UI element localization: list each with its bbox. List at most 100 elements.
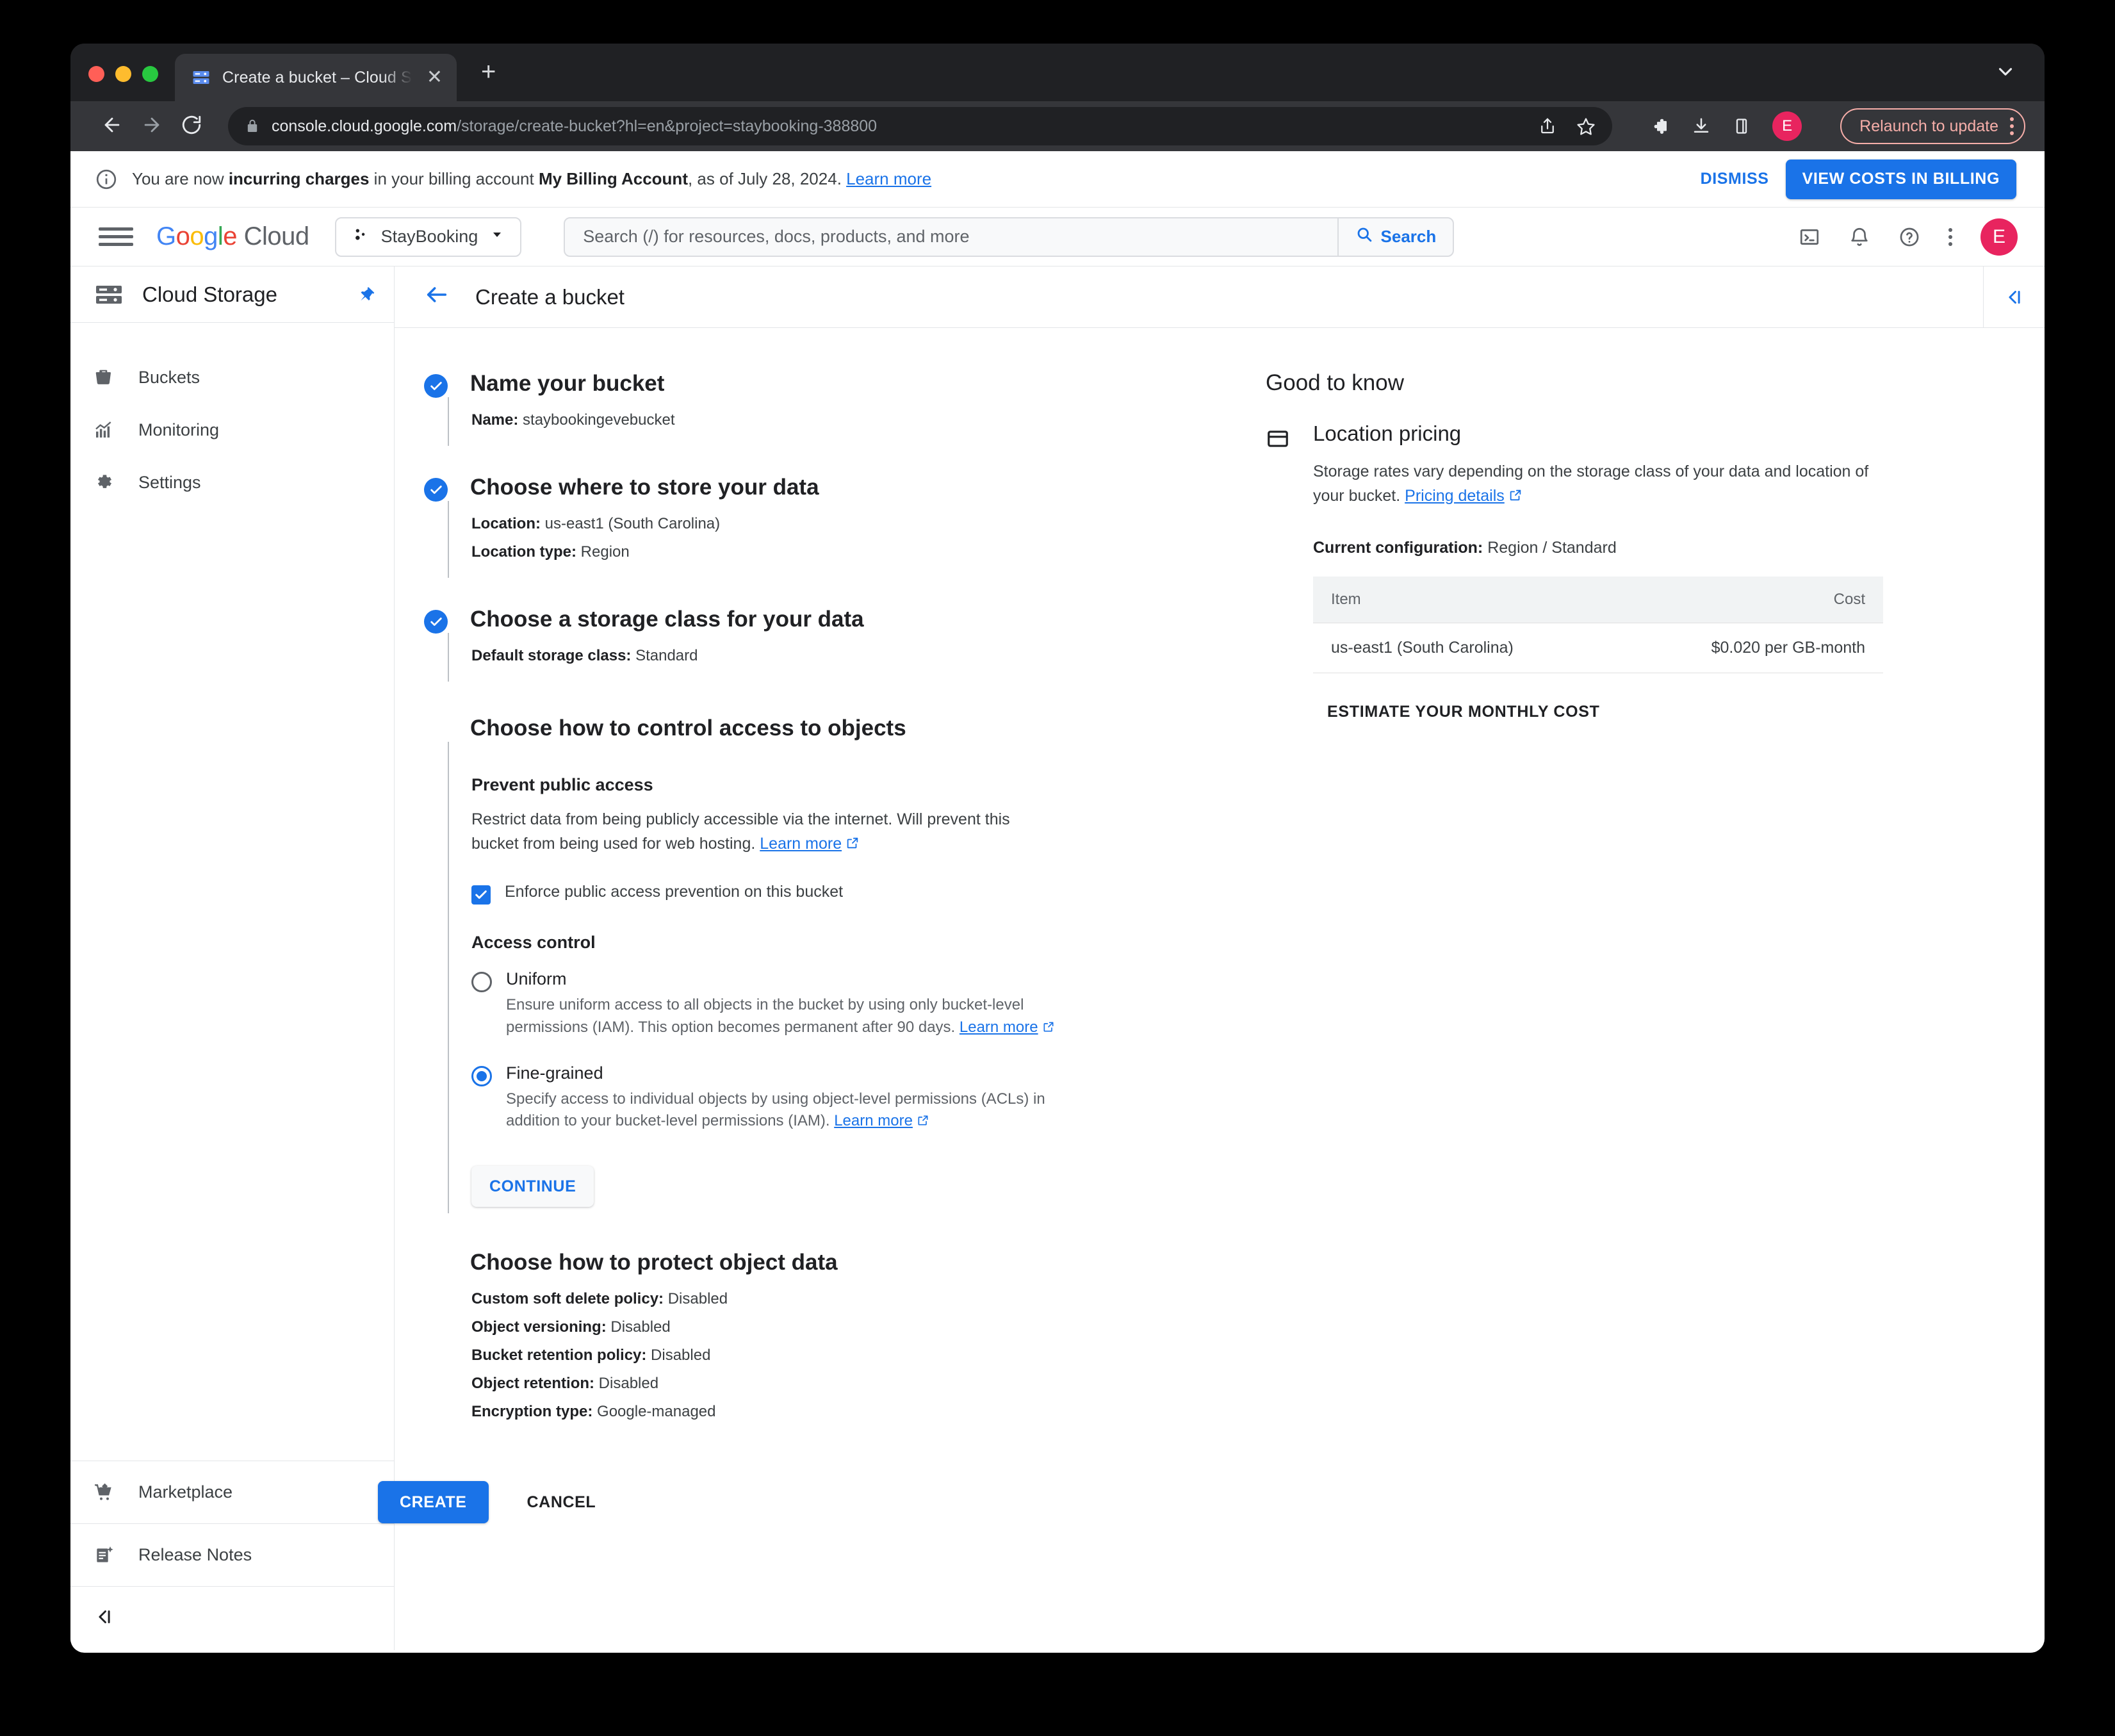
account-avatar[interactable]: E (1980, 218, 2018, 256)
billing-learn-more-link[interactable]: Learn more (846, 169, 931, 188)
release-notes-icon (94, 1545, 135, 1566)
search-button-label: Search (1381, 227, 1437, 247)
chevron-down-icon (489, 227, 505, 247)
relaunch-label: Relaunch to update (1859, 117, 1998, 136)
radio-option-uniform[interactable]: Uniform Ensure uniform access to all obj… (471, 969, 1182, 1040)
radio-description: Specify access to individual objects by … (506, 1088, 1082, 1134)
summary-row: Object versioning: Disabled (471, 1318, 1182, 1336)
create-button[interactable]: CREATE (378, 1481, 489, 1523)
sidebar-item-label: Marketplace (138, 1482, 233, 1502)
side-panel-icon[interactable] (1733, 117, 1751, 135)
step-status-complete-icon (424, 610, 448, 634)
chart-icon (94, 420, 135, 440)
gear-icon (94, 472, 135, 493)
cancel-button[interactable]: CANCEL (505, 1493, 618, 1512)
pricing-details-link[interactable]: Pricing details (1405, 487, 1505, 505)
prevent-learn-more-link[interactable]: Learn more (760, 835, 842, 853)
billing-banner-text: You are now incurring charges in your bi… (132, 169, 931, 189)
back-arrow-icon[interactable] (92, 114, 132, 139)
location-pricing-heading: Location pricing (1313, 422, 1993, 446)
step-status-complete-icon (424, 478, 448, 502)
step-title[interactable]: Choose how to protect object data (470, 1249, 1182, 1276)
share-icon[interactable] (1538, 117, 1557, 136)
bucket-icon (94, 367, 135, 388)
minimize-window-button[interactable] (115, 66, 131, 82)
step-status-active-icon (424, 719, 434, 730)
google-cloud-logo[interactable]: Google Cloud (156, 222, 309, 251)
reload-icon[interactable] (172, 114, 211, 139)
hamburger-menu-icon[interactable] (92, 227, 133, 246)
step-summary: Location: us-east1 (South Carolina) Loca… (448, 501, 1182, 578)
sidebar-item-release-notes[interactable]: Release Notes (70, 1523, 394, 1586)
estimate-monthly-cost-button[interactable]: ESTIMATE YOUR MONTHLY COST (1327, 703, 1600, 721)
close-window-button[interactable] (88, 66, 104, 82)
continue-button[interactable]: CONTINUE (471, 1166, 594, 1207)
info-icon (90, 168, 123, 191)
project-name: StayBooking (381, 227, 478, 247)
location-pricing-card: Location pricing Storage rates vary depe… (1266, 422, 1993, 721)
summary-row: Name: staybookingevebucket (471, 411, 1182, 429)
dismiss-button[interactable]: DISMISS (1684, 170, 1786, 188)
external-link-icon (1042, 1018, 1055, 1040)
global-search[interactable]: Search (564, 217, 1454, 257)
sidebar-item-monitoring[interactable]: Monitoring (70, 404, 394, 456)
star-icon[interactable] (1576, 117, 1596, 136)
step-title[interactable]: Name your bucket (470, 370, 1182, 397)
tab-list-button[interactable] (1995, 61, 2016, 86)
summary-row: Encryption type: Google-managed (471, 1403, 1182, 1421)
cloud-shell-icon[interactable] (1799, 226, 1820, 248)
step-title[interactable]: Choose how to control access to objects (470, 715, 1182, 742)
cell-cost: $0.020 per GB-month (1618, 623, 1883, 673)
step-title[interactable]: Choose where to store your data (470, 474, 1182, 501)
plus-icon[interactable]: + (457, 59, 496, 101)
search-button[interactable]: Search (1339, 225, 1453, 248)
billing-banner: You are now incurring charges in your bi… (70, 151, 2045, 208)
browser-window: Create a bucket – Cloud Stora ✕ + (70, 44, 2045, 1653)
fine-grained-learn-more-link[interactable]: Learn more (834, 1112, 913, 1129)
kebab-menu-icon[interactable] (2010, 117, 2014, 135)
browser-tab[interactable]: Create a bucket – Cloud Stora ✕ (175, 54, 457, 101)
project-selector[interactable]: StayBooking (335, 217, 522, 257)
forward-arrow-icon[interactable] (132, 114, 172, 139)
summary-row: Location type: Region (471, 543, 1182, 561)
prevent-public-access-heading: Prevent public access (471, 775, 1182, 795)
radio-option-fine-grained[interactable]: Fine-grained Specify access to individua… (471, 1063, 1182, 1134)
gcp-header-actions: E (1799, 218, 2023, 256)
external-link-icon (1508, 486, 1523, 510)
enforce-public-access-prevention-checkbox[interactable]: Enforce public access prevention on this… (471, 883, 1182, 905)
sidebar-item-settings[interactable]: Settings (70, 456, 394, 509)
url-host: console.cloud.google.com (272, 117, 457, 135)
window-controls[interactable] (88, 66, 175, 101)
puzzle-icon[interactable] (1651, 117, 1670, 136)
search-input[interactable] (565, 218, 1337, 256)
table-header-row: Item Cost (1313, 577, 1883, 623)
relaunch-to-update-button[interactable]: Relaunch to update (1840, 108, 2025, 144)
checkbox-checked-icon (471, 885, 491, 905)
close-icon[interactable]: ✕ (424, 68, 443, 87)
help-circle-icon[interactable] (1899, 226, 1920, 248)
sidebar-collapse-button[interactable] (70, 1586, 394, 1650)
sidebar-item-buckets[interactable]: Buckets (70, 351, 394, 404)
view-costs-in-billing-button[interactable]: VIEW COSTS IN BILLING (1786, 160, 2016, 199)
sidebar-item-marketplace[interactable]: Marketplace (70, 1461, 394, 1523)
uniform-learn-more-link[interactable]: Learn more (960, 1019, 1038, 1036)
page-body: Name your bucket Name: staybookingevebuc… (395, 328, 2045, 1575)
maximize-window-button[interactable] (142, 66, 158, 82)
download-icon[interactable] (1692, 117, 1711, 136)
step-title[interactable]: Choose a storage class for your data (470, 606, 1182, 633)
step-content: Prevent public access Restrict data from… (448, 742, 1182, 1213)
back-arrow-icon[interactable] (424, 282, 460, 312)
good-to-know-title: Good to know (1266, 370, 1993, 396)
gcp-header: Google Cloud StayBooking (70, 208, 2045, 266)
external-link-icon (917, 1111, 929, 1134)
pricing-table: Item Cost us-east1 (South Carolina) $0.0 (1313, 577, 1883, 673)
radio-label: Uniform (506, 969, 567, 988)
lock-icon (245, 119, 260, 134)
address-bar[interactable]: console.cloud.google.com/storage/create-… (228, 107, 1612, 145)
sidebar: Cloud Storage Buckets (70, 266, 395, 1650)
chrome-profile-avatar[interactable]: E (1772, 111, 1802, 141)
pin-icon[interactable] (357, 285, 376, 304)
bell-icon[interactable] (1849, 226, 1870, 248)
kebab-menu-icon[interactable] (1948, 228, 1952, 246)
right-rail-toggle[interactable] (1983, 266, 2045, 328)
